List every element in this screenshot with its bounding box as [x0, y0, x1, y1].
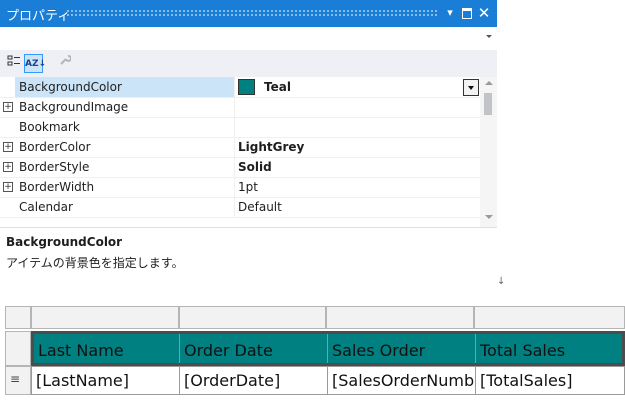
property-value[interactable]: Teal: [264, 80, 291, 94]
table-detail-row[interactable]: [LastName] [OrderDate] [SalesOrderNumber…: [31, 366, 625, 395]
categorized-icon: [7, 55, 20, 66]
scroll-down-icon[interactable]: [485, 215, 493, 219]
property-name: BorderColor: [19, 140, 91, 154]
scrollbar-thumb[interactable]: [484, 93, 492, 115]
scroll-up-icon[interactable]: [485, 81, 493, 85]
object-selector[interactable]: [0, 27, 497, 50]
property-name: BackgroundImage: [19, 100, 129, 114]
property-row-borderstyle[interactable]: + BorderStyle Solid: [0, 157, 480, 178]
property-value[interactable]: Default: [238, 200, 282, 214]
expand-icon[interactable]: +: [3, 102, 13, 112]
detail-cell-sales-order[interactable]: [SalesOrderNumber]: [328, 367, 475, 394]
maximize-button[interactable]: [460, 5, 474, 21]
chevron-down-icon: [486, 35, 492, 38]
row-handle-header[interactable]: [5, 331, 31, 366]
title-bar-grip: [66, 9, 437, 17]
column-handle-3[interactable]: [326, 306, 474, 329]
property-name: BorderStyle: [19, 160, 90, 174]
property-row-bordercolor[interactable]: + BorderColor LightGrey: [0, 137, 480, 158]
corner-handle[interactable]: [5, 306, 31, 329]
property-pages-button[interactable]: [56, 54, 74, 72]
column-divider: [234, 137, 235, 157]
property-value[interactable]: 1pt: [238, 180, 258, 194]
property-name: BorderWidth: [19, 180, 95, 194]
expand-icon[interactable]: +: [3, 162, 13, 172]
alphabetical-button[interactable]: AZ↓: [24, 54, 46, 73]
header-cell-last-name[interactable]: Last Name: [34, 334, 179, 363]
detail-cell-order-date[interactable]: [OrderDate]: [180, 367, 327, 394]
close-button[interactable]: ✕: [477, 5, 491, 21]
expand-icon[interactable]: +: [3, 182, 13, 192]
description-pane: BackgroundColor アイテムの背景色を指定します。: [0, 227, 497, 289]
resize-arrow-icon[interactable]: ↓: [497, 276, 505, 287]
description-title: BackgroundColor: [6, 235, 123, 249]
property-row-bookmark[interactable]: Bookmark: [0, 117, 480, 138]
column-divider: [234, 97, 235, 117]
detail-cell-last-name[interactable]: [LastName]: [32, 367, 179, 394]
value-dropdown-button[interactable]: [463, 79, 479, 96]
column-divider: [234, 177, 235, 197]
tablix-designer: ≡ Last Name Order Date Sales Order Total…: [5, 306, 625, 403]
column-handle-1[interactable]: [31, 306, 179, 329]
column-divider: [234, 117, 235, 137]
maximize-icon: [462, 7, 472, 19]
column-handle-4[interactable]: [474, 306, 625, 329]
details-group-icon: ≡: [10, 372, 21, 386]
wrench-icon: [60, 55, 72, 65]
properties-toolbar: AZ↓: [0, 50, 497, 77]
description-text: アイテムの背景色を指定します。: [6, 256, 184, 270]
color-swatch: [238, 79, 255, 95]
column-divider: [234, 77, 235, 97]
title-bar[interactable]: プロパティ ▾ ✕: [0, 0, 497, 27]
property-row-calendar[interactable]: Calendar Default: [0, 197, 480, 218]
property-value[interactable]: Solid: [238, 160, 272, 174]
header-cell-sales-order[interactable]: Sales Order: [328, 334, 475, 363]
table-header-row[interactable]: Last Name Order Date Sales Order Total S…: [31, 331, 625, 366]
column-handle-2[interactable]: [179, 306, 326, 329]
row-handle-details[interactable]: ≡: [5, 366, 31, 395]
detail-cell-total-sales[interactable]: [TotalSales]: [476, 367, 624, 394]
property-name: Bookmark: [19, 120, 80, 134]
column-divider: [234, 157, 235, 177]
expand-icon[interactable]: +: [3, 142, 13, 152]
property-name: Calendar: [19, 200, 73, 214]
property-grid: BackgroundColor Teal + BackgroundImage B…: [0, 77, 480, 227]
column-divider: [234, 197, 235, 217]
header-cell-order-date[interactable]: Order Date: [180, 334, 327, 363]
properties-window: プロパティ ▾ ✕ AZ↓ BackgroundColor Teal + Bac…: [0, 0, 497, 289]
property-row-backgroundimage[interactable]: + BackgroundImage: [0, 97, 480, 118]
property-row-borderwidth[interactable]: + BorderWidth 1pt: [0, 177, 480, 198]
window-position-dropdown-button[interactable]: ▾: [443, 5, 457, 21]
property-value[interactable]: LightGrey: [238, 140, 304, 154]
property-grid-scrollbar[interactable]: [480, 77, 497, 227]
categorized-button[interactable]: [5, 54, 23, 72]
property-name: BackgroundColor: [19, 80, 122, 94]
property-row-backgroundcolor[interactable]: BackgroundColor Teal: [0, 77, 480, 98]
header-cell-total-sales[interactable]: Total Sales: [476, 334, 622, 363]
window-title: プロパティ: [6, 9, 71, 24]
